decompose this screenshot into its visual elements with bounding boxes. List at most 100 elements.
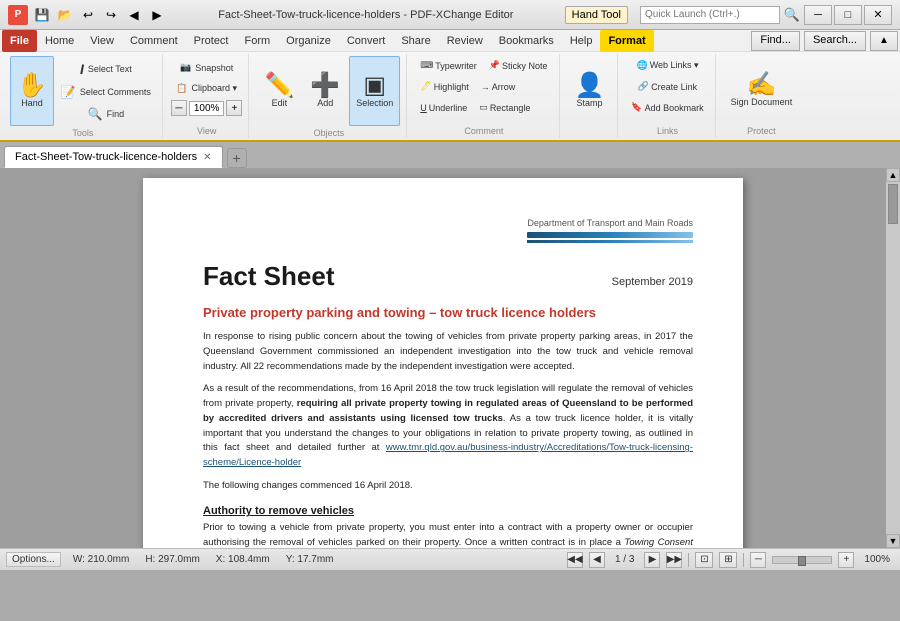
edit-button[interactable]: ✏️ Edit [257, 56, 301, 126]
rectangle-button[interactable]: ▭ Rectangle [474, 98, 535, 117]
vertical-scrollbar[interactable]: ▲ ▼ [886, 168, 900, 548]
selection-icon: ▣ [363, 74, 386, 98]
tools-label: Tools [72, 126, 93, 138]
document-page: Department of Transport and Main Roads F… [143, 178, 743, 548]
nav-first-button[interactable]: ◀◀ [567, 552, 583, 568]
sign-label: Sign Document [731, 97, 793, 107]
zoom-in-btn[interactable]: + [226, 100, 242, 116]
clipboard-button[interactable]: 📋 Clipboard ▾ [171, 79, 243, 98]
undo-icon[interactable]: ↩ [78, 5, 98, 25]
ribbon: File Home View Comment Protect Form Orga… [0, 30, 900, 142]
minimize-button[interactable]: ─ [804, 5, 832, 25]
search-icon[interactable]: 🔍 [782, 5, 802, 25]
view-group: 📷 Snapshot 📋 Clipboard ▾ ─ 100% + View [165, 54, 250, 138]
arrow-button[interactable]: → Arrow [476, 77, 521, 96]
find-label: Find [107, 109, 125, 119]
active-tool-label: Hand Tool [565, 6, 628, 24]
quick-launch-input[interactable] [640, 6, 780, 24]
typewriter-icon: ⌨ [420, 60, 433, 71]
snapshot-button[interactable]: 📷 Snapshot [171, 58, 243, 77]
select-text-button[interactable]: I Select Text [56, 58, 156, 80]
zoom-slider[interactable] [772, 556, 832, 564]
selection-button[interactable]: ▣ Selection [349, 56, 400, 126]
ribbon-minimize-icon[interactable]: ▲ [870, 31, 898, 51]
sign-document-button[interactable]: ✍ Sign Document [724, 56, 800, 124]
scroll-up-button[interactable]: ▲ [886, 168, 900, 182]
highlight-button[interactable]: 🖊 Highlight [415, 77, 473, 96]
tab-close-button[interactable]: ✕ [203, 152, 211, 163]
doc-width: W: 210.0mm [69, 554, 134, 565]
scroll-thumb[interactable] [888, 184, 898, 224]
redo-icon[interactable]: ↪ [101, 5, 121, 25]
menu-comment[interactable]: Comment [122, 30, 186, 52]
status-bar: Options... W: 210.0mm H: 297.0mm X: 108.… [0, 548, 900, 570]
menu-form[interactable]: Form [237, 30, 279, 52]
clipboard-label: Clipboard ▾ [192, 83, 238, 94]
nav-next-button[interactable]: ▶ [644, 552, 660, 568]
zoom-in-status-button[interactable]: + [838, 552, 854, 568]
menu-share[interactable]: Share [393, 30, 438, 52]
menu-help[interactable]: Help [562, 30, 601, 52]
zoom-out-btn[interactable]: ─ [171, 100, 187, 116]
zoom-fit-button[interactable]: ⊡ [695, 552, 713, 568]
add-tab-button[interactable]: + [227, 148, 247, 168]
zoom-thumb [798, 556, 806, 566]
document-tab[interactable]: Fact-Sheet-Tow-truck-licence-holders ✕ [4, 146, 223, 168]
section-title-authority: Authority to remove vehicles [203, 505, 693, 517]
selection-label: Selection [356, 98, 393, 108]
zoom-out-status-button[interactable]: ─ [750, 552, 766, 568]
menu-protect[interactable]: Protect [186, 30, 237, 52]
stamp-button[interactable]: 👤 Stamp [568, 56, 612, 126]
nav-last-button[interactable]: ▶▶ [666, 552, 682, 568]
edit-icon: ✏️ [264, 74, 294, 98]
search-button[interactable]: Search... [804, 31, 866, 51]
status-left: Options... W: 210.0mm H: 297.0mm X: 108.… [6, 552, 559, 567]
menu-home[interactable]: Home [37, 30, 82, 52]
select-comments-icon: 📝 [61, 86, 76, 98]
options-button[interactable]: Options... [6, 552, 61, 567]
link-1[interactable]: www.tmr.qld.gov.au/business-industry/Acc… [203, 442, 693, 468]
create-link-button[interactable]: 🔗 Create Link [626, 77, 708, 96]
window-controls: Hand Tool 🔍 ─ □ ✕ [565, 5, 892, 25]
close-button[interactable]: ✕ [864, 5, 892, 25]
hand-tool-button[interactable]: ✋ Hand [10, 56, 54, 126]
document-date: September 2019 [612, 276, 693, 288]
bold-text: requiring all private property towing in… [203, 398, 693, 424]
add-label: Add [317, 98, 333, 108]
menu-bookmarks[interactable]: Bookmarks [491, 30, 562, 52]
underline-button[interactable]: U Underline [415, 98, 472, 117]
typewriter-button[interactable]: ⌨ Typewriter [415, 56, 482, 75]
nav-prev-button[interactable]: ◀ [589, 552, 605, 568]
title-bar: P 💾 📂 ↩ ↪ ◀ ▶ Fact-Sheet-Tow-truck-licen… [0, 0, 900, 30]
menu-review[interactable]: Review [439, 30, 491, 52]
find-toolbar-button[interactable]: 🔍 Find [56, 104, 156, 124]
page-title: Fact Sheet [203, 261, 335, 292]
zoom-level[interactable]: 100% [189, 101, 225, 116]
open-icon[interactable]: 📂 [55, 5, 75, 25]
menu-file[interactable]: File [2, 30, 37, 52]
menu-format[interactable]: Format [600, 30, 653, 52]
document-scroll[interactable]: Department of Transport and Main Roads F… [0, 168, 886, 548]
snapshot-icon: 📷 [180, 62, 191, 73]
menu-convert[interactable]: Convert [339, 30, 394, 52]
highlight-icon: 🖊 [420, 81, 431, 92]
web-links-button[interactable]: 🌐 Web Links ▾ [626, 56, 708, 75]
find-button[interactable]: Find... [751, 31, 800, 51]
forward-icon[interactable]: ▶ [147, 5, 167, 25]
sticky-note-button[interactable]: 📌 Sticky Note [484, 56, 553, 75]
comment-group: ⌨ Typewriter 📌 Sticky Note 🖊 Highlight →… [409, 54, 559, 138]
edit-label: Edit [272, 98, 288, 108]
zoom-page-button[interactable]: ⊞ [719, 552, 737, 568]
add-bookmark-button[interactable]: 🔖 Add Bookmark [626, 98, 708, 117]
select-comments-button[interactable]: 📝 Select Comments [56, 82, 156, 102]
menu-organize[interactable]: Organize [278, 30, 339, 52]
maximize-button[interactable]: □ [834, 5, 862, 25]
tools-group: ✋ Hand I Select Text 📝 Select Comments 🔍… [4, 54, 163, 138]
create-link-icon: 🔗 [638, 81, 649, 92]
scroll-down-button[interactable]: ▼ [886, 534, 900, 548]
menu-view[interactable]: View [82, 30, 122, 52]
back-icon[interactable]: ◀ [124, 5, 144, 25]
add-button[interactable]: ➕ Add [303, 56, 347, 126]
save-icon[interactable]: 💾 [32, 5, 52, 25]
window-title: Fact-Sheet-Tow-truck-licence-holders - P… [167, 9, 565, 21]
